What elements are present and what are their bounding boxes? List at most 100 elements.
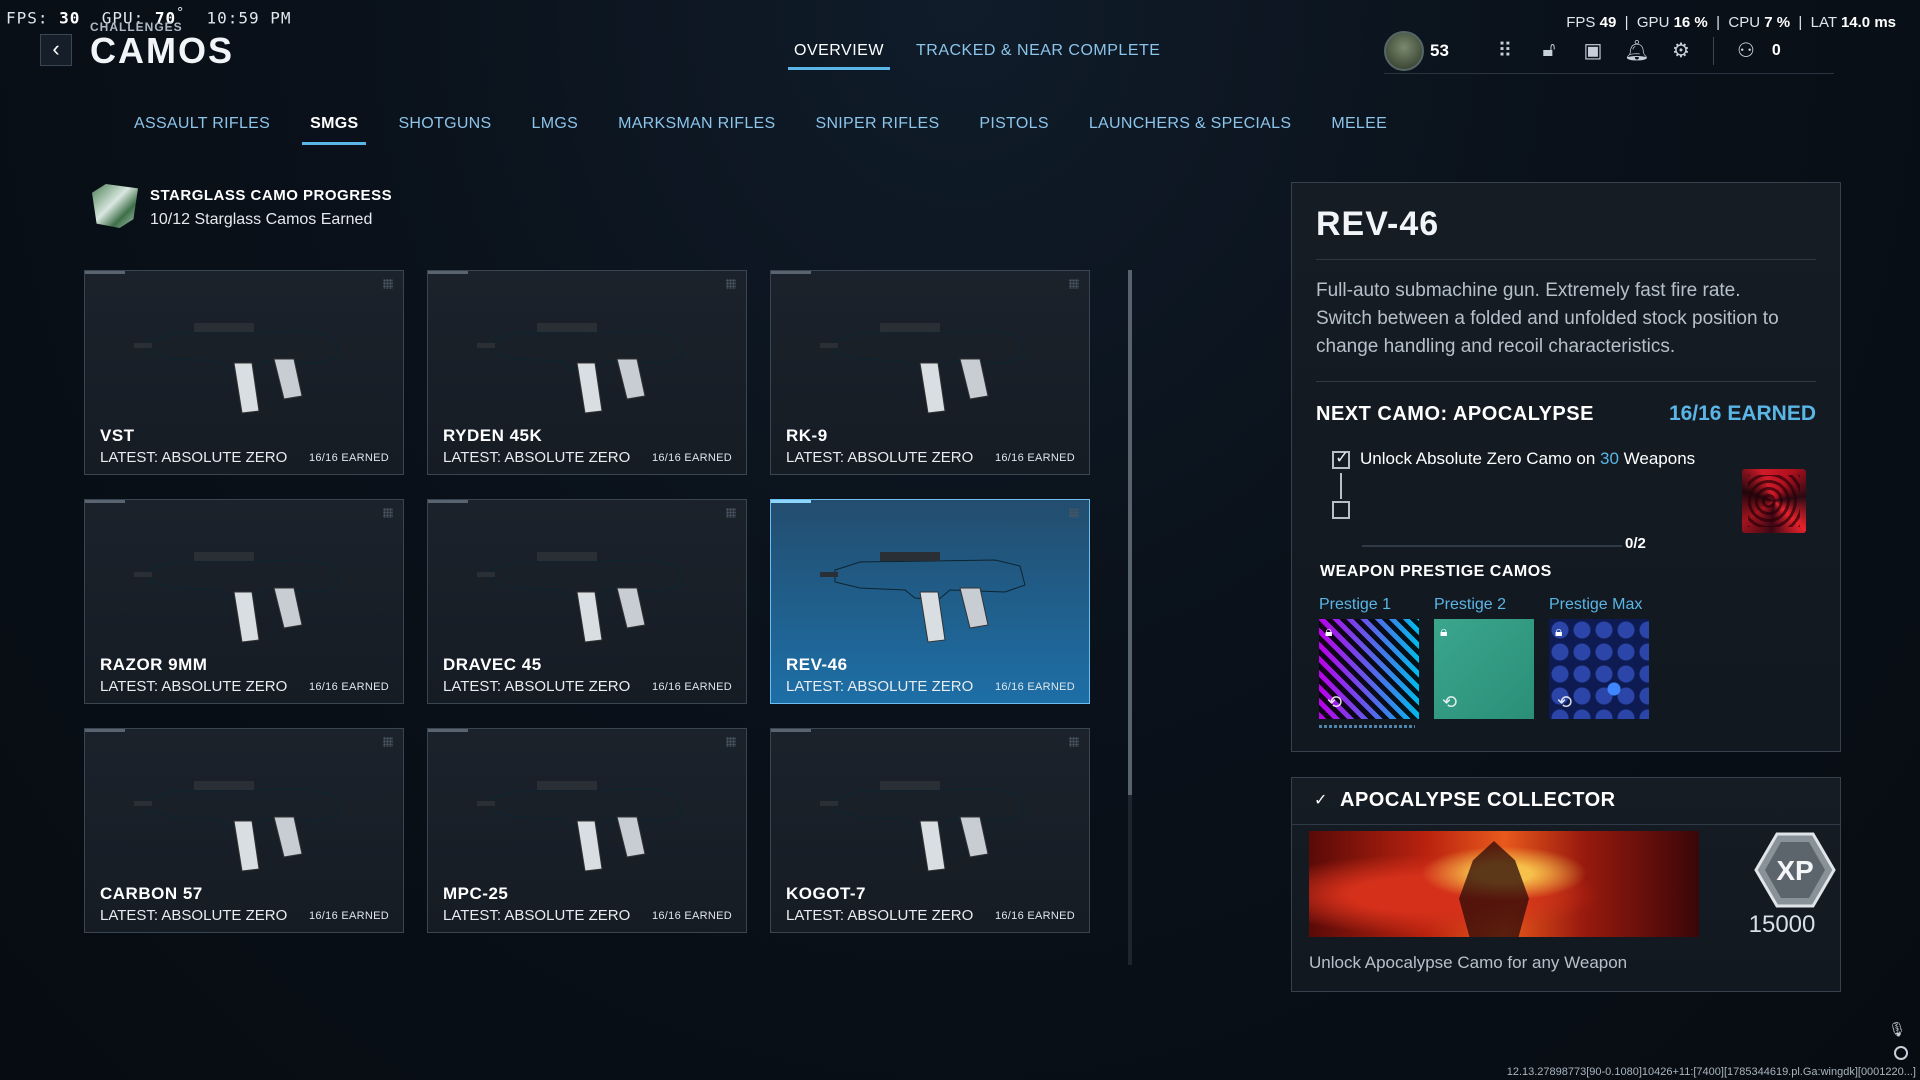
challenge-text-end: Weapons: [1618, 449, 1696, 468]
card-corner-dots: [383, 279, 393, 289]
challenge-connector: [1340, 473, 1342, 499]
weapon-card-rk-9[interactable]: RK-9 LATEST: ABSOLUTE ZERO 16/16 EARNED: [770, 270, 1090, 475]
xp-badge-label: XP: [1776, 855, 1813, 886]
weapon-icon: [134, 781, 340, 872]
challenge-text-start: Unlock Absolute Zero Camo on: [1360, 449, 1601, 468]
weapon-name: RAZOR 9MM: [100, 655, 208, 674]
weapon-name: REV-46: [786, 655, 848, 674]
tab-sniper-rifles[interactable]: SNIPER RIFLES: [815, 115, 939, 133]
scrollbar-thumb[interactable]: [1128, 270, 1132, 795]
clock: 10:59 PM: [206, 8, 292, 28]
card-corner-dots: [1069, 279, 1079, 289]
weapon-name: RYDEN 45K: [443, 426, 543, 445]
weapon-latest-camo: LATEST: ABSOLUTE ZERO: [786, 907, 974, 924]
prestige-max-camo[interactable]: 🔒︎ ⟲: [1549, 619, 1649, 719]
weapon-latest-camo: LATEST: ABSOLUTE ZERO: [443, 449, 631, 466]
prestige-icon: ⟲: [1557, 692, 1573, 712]
weapon-name: DRAVEC 45: [443, 655, 542, 674]
weapon-icon: [477, 781, 683, 872]
prestige-max-label: Prestige Max: [1549, 596, 1643, 613]
weapon-card-dravec-45[interactable]: DRAVEC 45 LATEST: ABSOLUTE ZERO 16/16 EA…: [427, 499, 747, 704]
prestige-2-camo[interactable]: 🔒︎ ⟲: [1434, 619, 1534, 719]
challenge-progress-bar: [1362, 545, 1622, 547]
party-icon[interactable]: ⚇: [1724, 29, 1768, 73]
weapon-earned-count: 16/16 EARNED: [994, 681, 1075, 693]
latency-value: 14.0 ms: [1840, 14, 1896, 31]
starglass-progress-title: STARGLASS CAMO PROGRESS: [150, 187, 393, 204]
apocalypse-camo-preview[interactable]: [1742, 469, 1806, 533]
prestige-icon: ⟲: [1327, 692, 1343, 712]
lock-icon: 🔒︎: [1440, 623, 1448, 639]
weapon-icon: [820, 323, 1026, 414]
divider: [1292, 824, 1840, 825]
collector-description: Unlock Apocalypse Camo for any Weapon: [1309, 953, 1628, 972]
tab-overview[interactable]: OVERVIEW: [788, 42, 890, 70]
weapon-card-mpc-25[interactable]: MPC-25 LATEST: ABSOLUTE ZERO 16/16 EARNE…: [427, 728, 747, 933]
tab-smgs[interactable]: SMGS: [302, 115, 367, 145]
weapon-card-kogot-7[interactable]: KOGOT-7 LATEST: ABSOLUTE ZERO 16/16 EARN…: [770, 728, 1090, 933]
starglass-camo-icon: [92, 184, 138, 228]
weapon-earned-count: 16/16 EARNED: [308, 681, 389, 693]
weapon-icon: [477, 552, 683, 643]
tab-lmgs[interactable]: LMGS: [532, 115, 579, 133]
page-title: CAMOS: [90, 30, 234, 71]
challenge-text: Unlock Absolute Zero Camo on 30 Weapons: [1360, 449, 1695, 469]
xp-badge-icon: XP: [1754, 832, 1836, 908]
weapon-icon: [134, 323, 340, 414]
bell-icon[interactable]: 🔔︎: [1615, 29, 1659, 73]
player-level: 53: [1430, 40, 1449, 60]
card-corner-dots: [1069, 508, 1079, 518]
weapon-card-ryden-45k[interactable]: RYDEN 45K LATEST: ABSOLUTE ZERO 16/16 EA…: [427, 270, 747, 475]
apps-grid-icon[interactable]: ⠿: [1483, 29, 1527, 73]
weapon-latest-camo: LATEST: ABSOLUTE ZERO: [443, 907, 631, 924]
weapon-card-vst[interactable]: VST LATEST: ABSOLUTE ZERO 16/16 EARNED: [84, 270, 404, 475]
xp-reward-value: 15000: [1748, 911, 1816, 938]
weapon-latest-camo: LATEST: ABSOLUTE ZERO: [443, 678, 631, 695]
navigation-indicator-icon: [1894, 1046, 1908, 1060]
prestige-icon: ⟲: [1442, 692, 1458, 712]
fps-value: 30: [59, 8, 81, 28]
tab-assault-rifles[interactable]: ASSAULT RIFLES: [134, 115, 270, 133]
prestige-1-camo[interactable]: 🔒︎ ⟲: [1319, 619, 1419, 719]
tab-launchers-specials[interactable]: LAUNCHERS & SPECIALS: [1089, 115, 1292, 133]
weapon-card-rev-46[interactable]: REV-46 LATEST: ABSOLUTE ZERO 16/16 EARNE…: [770, 499, 1090, 704]
apocalypse-collector-panel[interactable]: ✓ APOCALYPSE COLLECTOR XP 15000 Unlock A…: [1291, 777, 1841, 992]
prestige-camos-heading: WEAPON PRESTIGE CAMOS: [1320, 563, 1552, 580]
unlock-icon[interactable]: 🔓︎: [1527, 29, 1571, 73]
weapon-earned-count: 16/16 EARNED: [994, 910, 1075, 922]
tab-pistols[interactable]: PISTOLS: [979, 115, 1048, 133]
weapon-category-tabs: ASSAULT RIFLES SMGS SHOTGUNS LMGS MARKSM…: [134, 115, 1427, 145]
prestige-1-label: Prestige 1: [1319, 596, 1392, 613]
header-toolbar: 53 ⠿ 🔓︎ ▣ 🔔︎ ⚙ ⚇ 0: [1384, 28, 1834, 74]
tab-melee[interactable]: MELEE: [1331, 115, 1387, 133]
card-corner-dots: [726, 279, 736, 289]
weapon-icon: [134, 552, 340, 643]
challenge-checkbox-complete: [1332, 448, 1350, 469]
player-avatar[interactable]: [1384, 30, 1424, 71]
tab-shotguns[interactable]: SHOTGUNS: [398, 115, 491, 133]
lock-icon: 🔒︎: [1325, 623, 1333, 639]
prestige-2-label: Prestige 2: [1434, 596, 1507, 613]
card-corner-dots: [1069, 737, 1079, 747]
weapon-card-razor-9mm[interactable]: RAZOR 9MM LATEST: ABSOLUTE ZERO 16/16 EA…: [84, 499, 404, 704]
weapon-name: CARBON 57: [100, 884, 203, 903]
weapon-earned-count: 16/16 EARNED: [308, 452, 389, 464]
camera-icon[interactable]: ▣: [1571, 29, 1615, 73]
microphone-icon[interactable]: 🎙︎: [1888, 1021, 1906, 1038]
weapon-latest-camo: LATEST: ABSOLUTE ZERO: [786, 678, 974, 695]
tab-marksman-rifles[interactable]: MARKSMAN RIFLES: [618, 115, 775, 133]
back-button[interactable]: ‹: [40, 34, 72, 66]
challenge-checkbox-incomplete: [1332, 501, 1350, 519]
divider: [1316, 259, 1816, 260]
weapon-icon: [477, 323, 683, 414]
check-icon: ✓: [1314, 792, 1328, 809]
challenge-count: 30: [1600, 449, 1619, 468]
weapon-latest-camo: LATEST: ABSOLUTE ZERO: [100, 449, 288, 466]
weapon-earned-count: 16/16 EARNED: [994, 452, 1075, 464]
weapon-earned-count: 16/16 EARNED: [651, 910, 732, 922]
tab-tracked-near-complete[interactable]: TRACKED & NEAR COMPLETE: [916, 42, 1160, 60]
weapon-name: KOGOT-7: [786, 884, 867, 903]
weapon-earned-count: 16/16 EARNED: [308, 910, 389, 922]
weapon-card-carbon-57[interactable]: CARBON 57 LATEST: ABSOLUTE ZERO 16/16 EA…: [84, 728, 404, 933]
gear-icon[interactable]: ⚙: [1659, 29, 1703, 73]
